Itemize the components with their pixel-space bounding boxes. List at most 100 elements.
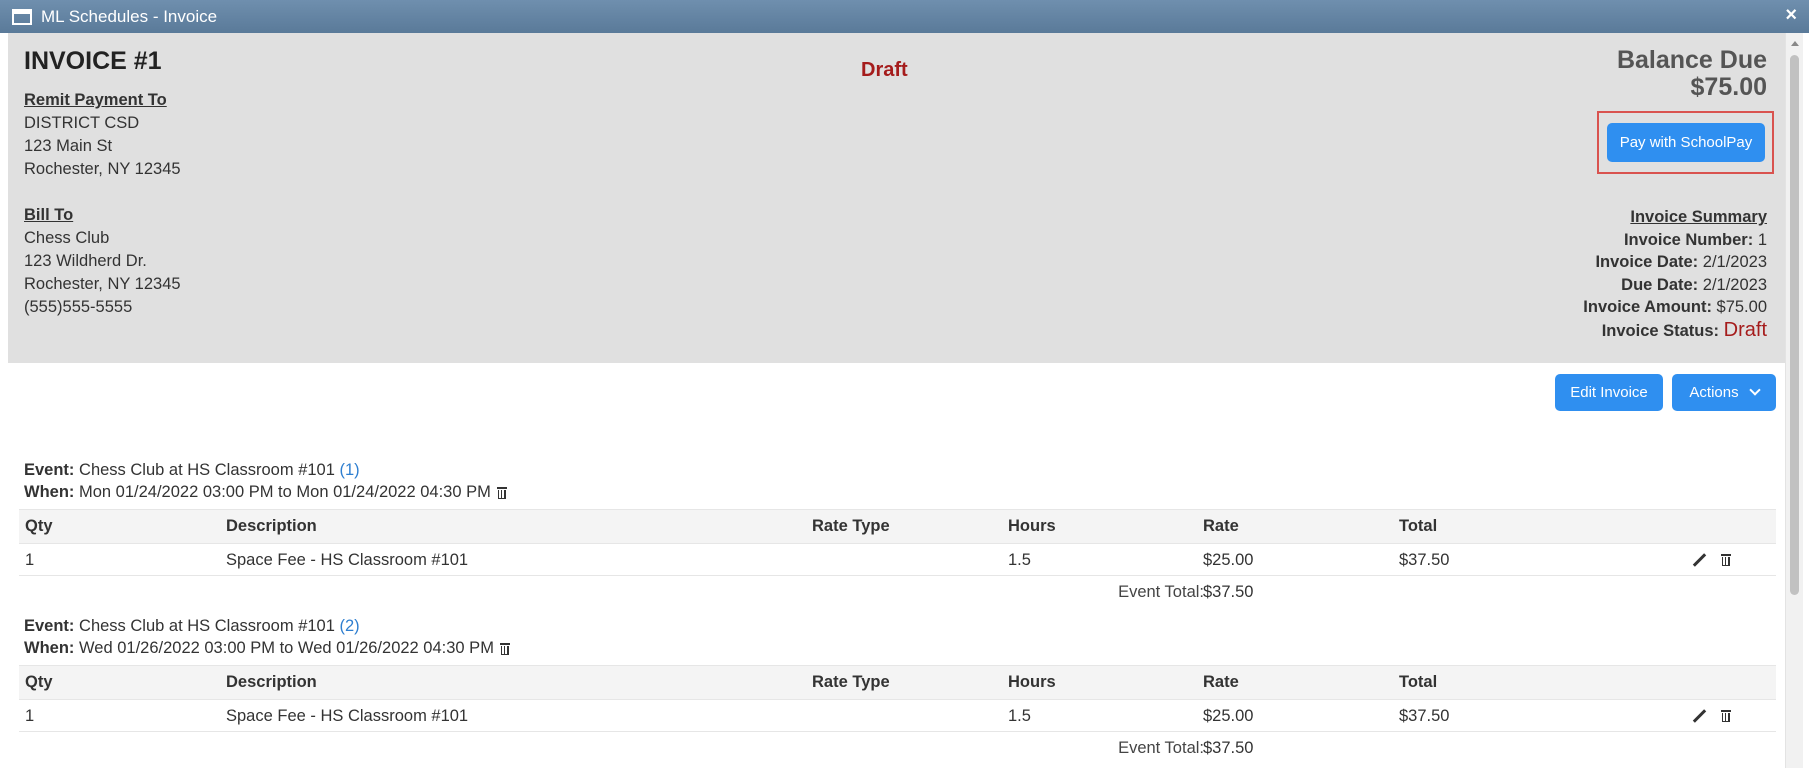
vertical-scrollbar[interactable] bbox=[1785, 33, 1803, 768]
header-rate-type: Rate Type bbox=[812, 517, 890, 535]
header-qty: Qty bbox=[25, 517, 53, 535]
bill-to-block: Bill To Chess Club 123 Wildherd Dr. Roch… bbox=[24, 204, 181, 319]
header-qty: Qty bbox=[25, 673, 53, 691]
title-bar: ML Schedules - Invoice × bbox=[0, 0, 1809, 33]
pay-button-highlight: Pay with SchoolPay bbox=[1597, 111, 1774, 174]
invoice-header-panel: INVOICE #1 Draft Remit Payment To DISTRI… bbox=[8, 33, 1785, 363]
header-total: Total bbox=[1399, 673, 1438, 691]
table-row: 1 Space Fee - HS Classroom #101 1.5 $25.… bbox=[19, 543, 1776, 576]
cell-description: Space Fee - HS Classroom #101 bbox=[226, 551, 469, 569]
cell-hours: 1.5 bbox=[1008, 707, 1031, 725]
summary-item: Invoice Amount: $75.00 bbox=[1583, 296, 1767, 319]
invoice-content: INVOICE #1 Draft Remit Payment To DISTRI… bbox=[8, 33, 1785, 768]
event-when: Wed 01/26/2022 03:00 PM to Wed 01/26/202… bbox=[79, 639, 494, 657]
when-label: When: bbox=[24, 483, 75, 501]
invoice-summary: Invoice Summary Invoice Number: 1 Invoic… bbox=[1583, 206, 1767, 342]
summary-item: Invoice Number: 1 bbox=[1583, 229, 1767, 252]
edit-line-icon[interactable] bbox=[1692, 709, 1706, 723]
event-line-table: Qty Description Rate Type Hours Rate Tot… bbox=[19, 509, 1776, 609]
summary-item: Due Date: 2/1/2023 bbox=[1583, 274, 1767, 297]
edit-line-icon[interactable] bbox=[1692, 553, 1706, 567]
event-info: Event: Chess Club at HS Classroom #101 (… bbox=[24, 459, 507, 503]
event-number-link[interactable]: (1) bbox=[340, 461, 360, 479]
event-label: Event: bbox=[24, 461, 75, 479]
row-actions bbox=[1692, 553, 1731, 567]
header-rate-type: Rate Type bbox=[812, 673, 890, 691]
bill-to-line: Chess Club bbox=[24, 229, 110, 247]
event-when: Mon 01/24/2022 03:00 PM to Mon 01/24/202… bbox=[79, 483, 491, 501]
cell-rate: $25.00 bbox=[1203, 551, 1254, 569]
cell-rate: $25.00 bbox=[1203, 707, 1254, 725]
bill-to-line: (555)555-5555 bbox=[24, 298, 133, 316]
window-icon bbox=[12, 8, 32, 25]
remit-line: DISTRICT CSD bbox=[24, 114, 140, 132]
delete-event-icon[interactable] bbox=[496, 487, 507, 499]
delete-event-icon[interactable] bbox=[499, 643, 510, 655]
row-actions bbox=[1692, 709, 1731, 723]
remit-line: Rochester, NY 12345 bbox=[24, 160, 181, 178]
event-name: Chess Club at HS Classroom #101 bbox=[79, 617, 335, 635]
header-hours: Hours bbox=[1008, 517, 1056, 535]
remit-to-block: Remit Payment To DISTRICT CSD 123 Main S… bbox=[24, 89, 181, 181]
cell-description: Space Fee - HS Classroom #101 bbox=[226, 707, 469, 725]
close-icon[interactable]: × bbox=[1785, 5, 1797, 25]
cell-qty: 1 bbox=[25, 551, 35, 569]
delete-line-icon[interactable] bbox=[1721, 710, 1731, 722]
invoice-status-value: Draft bbox=[1723, 318, 1767, 341]
event-total-value: $37.50 bbox=[1203, 739, 1254, 757]
remit-line: 123 Main St bbox=[24, 137, 113, 155]
event-total-row: Event Total: $37.50 bbox=[19, 576, 1776, 609]
draft-status-banner: Draft bbox=[861, 59, 908, 81]
summary-label: Invoice Status: bbox=[1601, 321, 1720, 340]
header-description: Description bbox=[226, 673, 317, 691]
actions-dropdown-button[interactable]: Actions bbox=[1672, 374, 1776, 411]
window-title: ML Schedules - Invoice bbox=[41, 6, 218, 26]
event-label: Event: bbox=[24, 617, 75, 635]
edit-invoice-button[interactable]: Edit Invoice bbox=[1555, 374, 1663, 411]
cell-total: $37.50 bbox=[1399, 707, 1450, 725]
invoice-title: INVOICE #1 bbox=[24, 47, 162, 75]
summary-value: $75.00 bbox=[1716, 298, 1767, 316]
bill-to-line: Rochester, NY 12345 bbox=[24, 275, 181, 293]
table-header: Qty Description Rate Type Hours Rate Tot… bbox=[19, 509, 1776, 543]
summary-item: Invoice Status: Draft bbox=[1583, 319, 1767, 343]
event-total-value: $37.50 bbox=[1203, 583, 1254, 601]
summary-label: Invoice Date: bbox=[1595, 253, 1699, 271]
table-row: 1 Space Fee - HS Classroom #101 1.5 $25.… bbox=[19, 699, 1776, 732]
event-name: Chess Club at HS Classroom #101 bbox=[79, 461, 335, 479]
header-description: Description bbox=[226, 517, 317, 535]
summary-label: Invoice Amount: bbox=[1583, 298, 1712, 316]
cell-qty: 1 bbox=[25, 707, 35, 725]
header-rate: Rate bbox=[1203, 517, 1239, 535]
cell-hours: 1.5 bbox=[1008, 551, 1031, 569]
scrollbar-thumb[interactable] bbox=[1790, 55, 1799, 595]
delete-line-icon[interactable] bbox=[1721, 554, 1731, 566]
actions-label: Actions bbox=[1689, 384, 1739, 401]
summary-label: Due Date: bbox=[1621, 275, 1699, 294]
bill-to-line: 123 Wildherd Dr. bbox=[24, 252, 147, 270]
cell-total: $37.50 bbox=[1399, 551, 1450, 569]
table-header: Qty Description Rate Type Hours Rate Tot… bbox=[19, 665, 1776, 699]
summary-value: 2/1/2023 bbox=[1702, 253, 1767, 271]
summary-label: Invoice Number: bbox=[1623, 230, 1754, 249]
balance-label: Balance Due bbox=[1616, 46, 1767, 74]
remit-heading: Remit Payment To bbox=[24, 91, 167, 109]
event-number-link[interactable]: (2) bbox=[340, 617, 360, 635]
pay-with-schoolpay-button[interactable]: Pay with SchoolPay bbox=[1607, 123, 1765, 162]
event-info: Event: Chess Club at HS Classroom #101 (… bbox=[24, 615, 510, 659]
scroll-up-icon[interactable] bbox=[1791, 41, 1799, 46]
event-total-label: Event Total: bbox=[1118, 739, 1204, 757]
summary-heading: Invoice Summary bbox=[1630, 208, 1767, 226]
summary-value: 1 bbox=[1757, 230, 1767, 249]
summary-value: 2/1/2023 bbox=[1702, 275, 1767, 294]
header-rate: Rate bbox=[1203, 673, 1239, 691]
invoice-window: ML Schedules - Invoice × INVOICE #1 Draf… bbox=[0, 0, 1809, 768]
balance-amount: $75.00 bbox=[1690, 73, 1767, 101]
header-hours: Hours bbox=[1008, 673, 1056, 691]
event-total-row: Event Total: $37.50 bbox=[19, 732, 1776, 765]
bill-to-heading: Bill To bbox=[24, 206, 74, 224]
chevron-down-icon bbox=[1748, 384, 1761, 396]
balance-due: Balance Due $75.00 bbox=[1617, 47, 1767, 101]
summary-item: Invoice Date: 2/1/2023 bbox=[1583, 251, 1767, 274]
header-total: Total bbox=[1399, 517, 1438, 535]
